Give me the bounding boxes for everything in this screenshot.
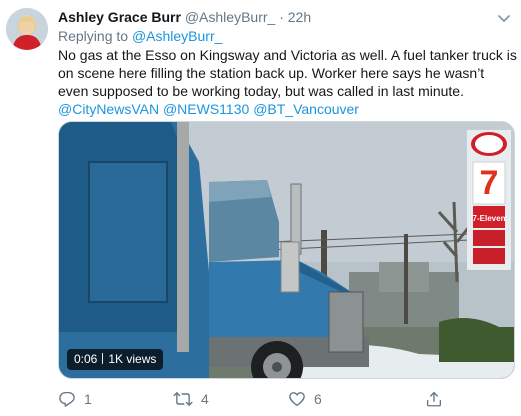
retweet-icon bbox=[173, 392, 193, 406]
mention-bt-vancouver[interactable]: @BT_Vancouver bbox=[253, 101, 359, 117]
video-duration: 0:06 bbox=[74, 352, 98, 366]
heart-icon bbox=[289, 392, 305, 407]
tweet-timestamp[interactable]: 22h bbox=[288, 9, 311, 25]
tweet[interactable]: Ashley Grace Burr @AshleyBurr_ · 22h Rep… bbox=[0, 0, 521, 416]
svg-text:7: 7 bbox=[480, 164, 499, 202]
video-frame: 7 7-Eleven bbox=[59, 122, 514, 378]
like-button[interactable]: 6 bbox=[288, 388, 322, 410]
video-stats: 0:06 1K views bbox=[67, 349, 164, 370]
video-player[interactable]: 7 7-Eleven 0:06 1K views bbox=[58, 121, 515, 379]
author-handle[interactable]: @AshleyBurr_ bbox=[185, 9, 275, 25]
mention-citynewsvan[interactable]: @CityNewsVAN bbox=[58, 101, 159, 117]
header-separator: · bbox=[279, 9, 284, 25]
video-views: 1K views bbox=[108, 352, 157, 366]
avatar[interactable] bbox=[6, 8, 48, 50]
share-icon bbox=[426, 391, 442, 407]
tweet-actions: 1 4 6 bbox=[58, 388, 498, 410]
reply-count: 1 bbox=[84, 391, 92, 407]
share-button[interactable] bbox=[425, 388, 451, 410]
mention-news1130[interactable]: @NEWS1130 bbox=[163, 101, 249, 117]
video-stats-divider bbox=[102, 353, 104, 364]
replying-to: Replying to @AshleyBurr_ bbox=[58, 28, 222, 45]
retweet-count: 4 bbox=[201, 391, 209, 407]
tweet-body: No gas at the Esso on Kingsway and Victo… bbox=[58, 47, 517, 99]
retweet-button[interactable]: 4 bbox=[173, 388, 209, 410]
reply-icon bbox=[59, 391, 75, 407]
reply-button[interactable]: 1 bbox=[58, 388, 92, 410]
store-sign-text: 7-Eleven bbox=[473, 214, 506, 223]
author-name[interactable]: Ashley Grace Burr bbox=[58, 9, 181, 25]
replying-to-label: Replying to bbox=[58, 28, 129, 44]
tweet-header: Ashley Grace Burr @AshleyBurr_ · 22h bbox=[58, 9, 311, 26]
chevron-down-icon[interactable] bbox=[494, 8, 514, 28]
replying-to-handle[interactable]: @AshleyBurr_ bbox=[132, 28, 222, 44]
like-count: 6 bbox=[314, 391, 322, 407]
tweet-text: No gas at the Esso on Kingsway and Victo… bbox=[58, 46, 518, 118]
